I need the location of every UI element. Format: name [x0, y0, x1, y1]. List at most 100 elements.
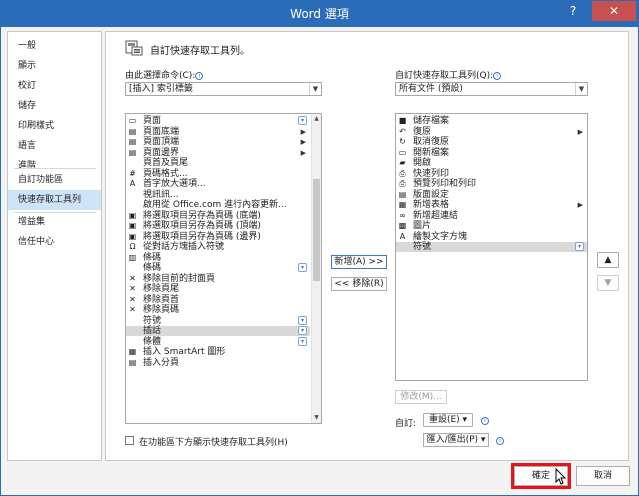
right-list-item[interactable]: ∞ 新增超連結 [396, 211, 587, 221]
right-list-item[interactable]: A 繪製文字方塊 [396, 232, 587, 242]
nav-item-proofing[interactable]: 校訂 [8, 76, 101, 96]
nav-item-language[interactable]: 語言 [8, 136, 101, 156]
nav-item-general[interactable]: 一般 [8, 36, 101, 56]
right-list-item[interactable]: ▰ 開啟 [396, 158, 587, 168]
nav-item-save[interactable]: 儲存 [8, 96, 101, 116]
triangle-down-icon: ▼ [604, 278, 612, 288]
right-list-item[interactable]: ▩ 圖片 [396, 221, 587, 231]
left-list-item[interactable]: ▣ 將選取項目另存為頁碼 (底端) [126, 211, 310, 221]
left-list-item[interactable]: 視訊訊... [126, 190, 310, 200]
smartart-icon: ▦ [128, 347, 137, 356]
left-list-item[interactable]: ▣ 將選取項目另存為頁碼 (邊界) [126, 232, 310, 242]
nav-item-typography[interactable]: 印刷樣式 [8, 116, 101, 136]
remove-button[interactable]: << 移除(R) [331, 277, 387, 291]
right-list-item[interactable]: ■ 儲存檔案 [396, 116, 587, 126]
left-list-item[interactable]: ▥ 條碼 [126, 253, 310, 263]
right-list-item[interactable]: 符號 ▾ [396, 242, 587, 252]
toolbar-commands-list[interactable]: ■ 儲存檔案 ↶ 復原 ▶ ↻ 取消復原 ▭ 開新檔案 ▰ 開啟 ⎙ 快速列印 ⎙ 預覽列印和列印 ▤ 版面設定… [395, 113, 588, 381]
left-list-item[interactable]: # 頁碼格式... [126, 169, 310, 179]
page-setup-icon: ▤ [398, 189, 407, 199]
drop-cap-icon: A [129, 179, 136, 188]
left-list-item[interactable]: ▤ 頁面頂端 ▶ [126, 137, 310, 147]
left-list-item[interactable]: ▭ 頁面 ▾ [126, 116, 310, 126]
table-icon: ▦ [398, 200, 407, 209]
left-list-item[interactable]: 條體 ▾ [126, 336, 310, 347]
page-top-icon: ▤ [128, 137, 137, 146]
modify-button[interactable]: 修改(M)... [395, 390, 447, 404]
left-item-label: 將選取項目另存為頁碼 (頂端) [143, 221, 261, 231]
left-item-label: 將選取項目另存為頁碼 (邊界) [143, 231, 261, 242]
right-list-item[interactable]: ⎙ 快速列印 [396, 169, 587, 179]
choose-commands-dropdown[interactable]: [插入] 索引標籤 ▼ [125, 82, 322, 96]
left-item-label: 視訊訊... [143, 189, 179, 200]
right-item-label: 快速列印 [413, 168, 450, 179]
left-item-label: 頁面邊界 [143, 147, 180, 158]
right-list-item[interactable]: ▦ 新增表格 ▶ [396, 200, 587, 210]
move-up-button[interactable]: ▲ [597, 252, 619, 268]
remove-icon: ✕ [129, 294, 136, 304]
dropdown-indicator-icon: ▾ [298, 315, 307, 325]
right-item-label: 取消復原 [413, 137, 450, 147]
left-item-label: 頁首及頁尾 [143, 158, 189, 168]
left-list-item[interactable]: ▤ 頁面底端 ▶ [126, 127, 310, 137]
scrollbar-thumb[interactable] [313, 179, 320, 281]
right-list-item[interactable]: ↶ 復原 ▶ [396, 127, 587, 137]
submenu-arrow-icon: ▶ [300, 138, 306, 146]
left-list-item[interactable]: ▤ 插入分頁 [126, 358, 310, 368]
quick-access-panel: 自訂快速存取工具列。 由此選擇命令(C): i [插入] 索引標籤 ▼ ▭ 頁面 ▾ ▤… [105, 31, 629, 461]
left-list-item[interactable]: 插話 ▾ [126, 326, 310, 336]
scroll-down-icon[interactable]: ▼ [312, 413, 321, 423]
right-list-item[interactable]: ↻ 取消復原 [396, 137, 587, 147]
show-below-ribbon-checkbox[interactable] [125, 436, 134, 445]
left-list-item[interactable]: 條碼 ▾ [126, 263, 310, 273]
reset-button[interactable]: 重設(E) ▾ [423, 413, 473, 427]
barcode-icon: ▥ [128, 252, 137, 262]
left-list-item[interactable]: ▣ 將選取項目另存為頁碼 (頂端) [126, 221, 310, 231]
right-item-label: 新增表格 [413, 200, 450, 210]
left-list-item[interactable]: 符號 ▾ [126, 315, 310, 326]
right-list-item[interactable]: ▭ 開新檔案 [396, 148, 587, 158]
close-button[interactable]: ✕ [592, 1, 636, 21]
scroll-up-icon[interactable]: ▲ [312, 114, 321, 124]
left-list-item[interactable]: ✕ 移除頁尾 [126, 284, 310, 294]
nav-item-quick-access-toolbar[interactable]: 快速存取工具列 [8, 190, 101, 210]
remove-icon: ✕ [129, 284, 136, 293]
right-list-item[interactable]: ▤ 版面設定 [396, 190, 587, 200]
left-list-item[interactable]: ✕ 移除目前的封面頁 [126, 274, 310, 284]
import-export-button[interactable]: 匯入/匯出(P) ▾ [423, 433, 489, 447]
left-item-label: 頁面 [143, 116, 162, 126]
left-list-item[interactable]: 頁首及頁尾 [126, 158, 310, 168]
left-list-item[interactable]: ✕ 移除頁首 [126, 295, 310, 305]
left-item-label: 將選取項目另存為頁碼 (底端) [143, 210, 261, 221]
nav-item-trust-center[interactable]: 信任中心 [8, 232, 101, 252]
redo-icon: ↻ [399, 137, 406, 146]
nav-item-customize-ribbon[interactable]: 自訂功能區 [8, 170, 101, 190]
help-button[interactable]: ? [560, 1, 586, 21]
left-item-label: 移除頁首 [143, 294, 180, 305]
right-item-label: 版面設定 [413, 189, 450, 200]
left-list-item[interactable]: 啟用從 Office.com 進行內容更新... [126, 200, 310, 210]
omega-icon: Ω [129, 242, 136, 251]
left-list-item[interactable]: Ω 從對話方塊插入符號 [126, 242, 310, 252]
left-list-item[interactable]: ✕ 移除頁碼 [126, 305, 310, 315]
right-list-item[interactable]: ⎙ 預覽列印和列印 [396, 179, 587, 189]
choose-commands-value: [插入] 索引標籤 [129, 84, 193, 94]
cancel-button[interactable]: 取消 [576, 466, 630, 486]
available-commands-scrollbar[interactable]: ▲ ▼ [311, 114, 321, 423]
customize-toolbar-dropdown[interactable]: 所有文件 (預設) ▼ [395, 82, 588, 96]
open-folder-icon: ▰ [399, 158, 406, 167]
right-item-label: 圖片 [413, 221, 432, 231]
nav-item-display[interactable]: 顯示 [8, 56, 101, 76]
chevron-down-icon: ▼ [309, 83, 321, 95]
left-list-item[interactable]: ▤ 頁面邊界 ▶ [126, 148, 310, 158]
add-button[interactable]: 新增(A) >> [331, 255, 387, 269]
left-list-item[interactable]: ▦ 插入 SmartArt 圖形 [126, 347, 310, 357]
move-down-button[interactable]: ▼ [597, 275, 619, 291]
chevron-down-icon: ▼ [575, 83, 587, 95]
left-list-item[interactable]: A 首字放大選項... [126, 179, 310, 189]
word-options-dialog: Word 選項 ? ✕ 一般 顯示 校訂 儲存 印刷樣式 語言 進階 自訂功能區… [0, 0, 639, 496]
available-commands-list[interactable]: ▭ 頁面 ▾ ▤ 頁面底端 ▶ ▤ 頁面頂端 ▶ ▤ 頁面邊界 ▶ 頁首及頁尾 # 頁碼格式... A 首字放大… [125, 113, 322, 424]
dropdown-indicator-icon: ▾ [298, 116, 307, 125]
hyperlink-icon: ∞ [399, 210, 406, 220]
nav-item-add-ins[interactable]: 增益集 [8, 212, 101, 232]
